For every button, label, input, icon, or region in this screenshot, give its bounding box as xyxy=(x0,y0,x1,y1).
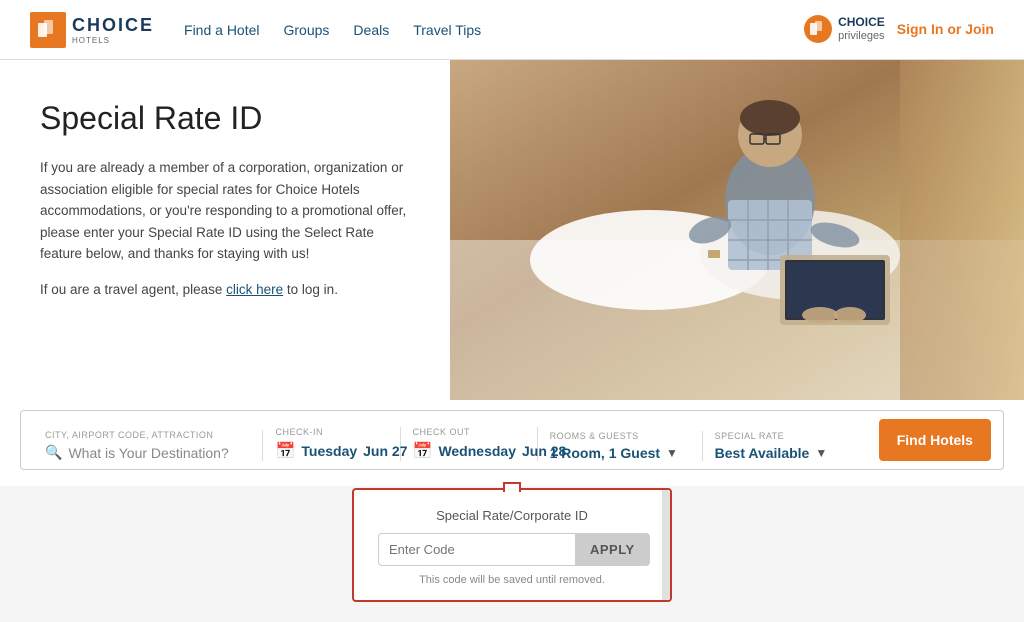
header-left: CHOICE HOTELS Find a Hotel Groups Deals … xyxy=(30,12,481,48)
checkin-label: CHECK-IN xyxy=(275,427,387,437)
logo-icon xyxy=(30,12,66,48)
rooms-field: ROOMS & GUESTS 1 Room, 1 Guest ▼ xyxy=(538,431,703,461)
destination-placeholder: What is Your Destination? xyxy=(68,445,228,461)
find-hotels-button[interactable]: Find Hotels xyxy=(879,419,991,461)
search-icon: 🔍 xyxy=(45,444,62,461)
special-rate-dropdown: Special Rate/Corporate ID APPLY This cod… xyxy=(352,488,672,602)
checkout-calendar-icon: 📅 xyxy=(413,441,433,461)
scrollbar xyxy=(662,490,670,600)
destination-value[interactable]: 🔍 What is Your Destination? xyxy=(45,444,250,461)
cp-logo-icon xyxy=(804,15,832,43)
logo[interactable]: CHOICE HOTELS xyxy=(30,12,154,48)
rate-text: Best Available xyxy=(715,445,810,461)
choice-logo-svg xyxy=(37,19,59,41)
apply-button[interactable]: APPLY xyxy=(575,533,650,566)
hero-content: Special Rate ID If you are already a mem… xyxy=(0,60,450,400)
cp-svg xyxy=(809,20,827,38)
logo-subtitle: HOTELS xyxy=(72,36,154,45)
main-nav: Find a Hotel Groups Deals Travel Tips xyxy=(184,22,481,38)
checkin-field: CHECK-IN 📅 Tuesday Jun 27 xyxy=(263,427,400,461)
rooms-value[interactable]: 1 Room, 1 Guest ▼ xyxy=(550,445,690,461)
checkin-calendar-icon: 📅 xyxy=(275,441,295,461)
panel-input-row: APPLY xyxy=(378,533,646,566)
hero-title: Special Rate ID xyxy=(40,100,410,137)
cp-top-text: CHOICE xyxy=(838,15,885,29)
sign-in-link[interactable]: Sign In or Join xyxy=(897,21,994,37)
destination-field: CITY, AIRPORT CODE, ATTRACTION 🔍 What is… xyxy=(33,430,263,461)
panel-title: Special Rate/Corporate ID xyxy=(378,508,646,523)
rate-value[interactable]: Best Available ▼ xyxy=(715,445,855,461)
header-right: CHOICE privileges Sign In or Join xyxy=(804,15,994,43)
checkout-field: CHECK OUT 📅 Wednesday Jun 28 xyxy=(401,427,538,461)
logo-name: CHOICE xyxy=(72,15,154,36)
hero-section: Special Rate ID If you are already a mem… xyxy=(0,60,1024,400)
checkout-day: Wednesday xyxy=(438,443,516,459)
hero-p2-suffix: to log in. xyxy=(283,282,338,297)
nav-find-hotel[interactable]: Find a Hotel xyxy=(184,22,259,38)
cp-bottom-text: privileges xyxy=(838,29,885,43)
hero-p2-prefix: If ou are a travel agent, please xyxy=(40,282,226,297)
hero-paragraph2: If ou are a travel agent, please click h… xyxy=(40,279,410,301)
header: CHOICE HOTELS Find a Hotel Groups Deals … xyxy=(0,0,1024,60)
logo-text-block: CHOICE HOTELS xyxy=(72,15,154,45)
rate-label: SPECIAL RATE xyxy=(715,431,855,441)
nav-deals[interactable]: Deals xyxy=(353,22,389,38)
nav-travel-tips[interactable]: Travel Tips xyxy=(413,22,481,38)
rooms-chevron-icon: ▼ xyxy=(666,446,678,460)
checkin-value[interactable]: 📅 Tuesday Jun 27 xyxy=(275,441,387,461)
destination-label: CITY, AIRPORT CODE, ATTRACTION xyxy=(45,430,250,440)
checkin-day: Tuesday xyxy=(301,443,357,459)
nav-groups[interactable]: Groups xyxy=(284,22,330,38)
hero-paragraph1: If you are already a member of a corpora… xyxy=(40,157,410,265)
hero-image xyxy=(450,60,1024,400)
checkout-value[interactable]: 📅 Wednesday Jun 28 xyxy=(413,441,525,461)
rate-field: SPECIAL RATE Best Available ▼ xyxy=(703,431,867,461)
search-bar: CITY, AIRPORT CODE, ATTRACTION 🔍 What is… xyxy=(20,410,1004,470)
cp-text-block: CHOICE privileges xyxy=(838,15,885,43)
hero-image-svg xyxy=(450,60,1024,400)
rate-chevron-icon: ▼ xyxy=(815,446,827,460)
checkout-label: CHECK OUT xyxy=(413,427,525,437)
search-bar-wrapper: CITY, AIRPORT CODE, ATTRACTION 🔍 What is… xyxy=(0,400,1024,486)
dropdown-panel-wrapper: Special Rate/Corporate ID APPLY This cod… xyxy=(0,486,1024,622)
click-here-link[interactable]: click here xyxy=(226,282,283,297)
choice-privileges: CHOICE privileges xyxy=(804,15,885,43)
rooms-label: ROOMS & GUESTS xyxy=(550,431,690,441)
corporate-id-input[interactable] xyxy=(378,533,575,566)
rooms-text: 1 Room, 1 Guest xyxy=(550,445,660,461)
